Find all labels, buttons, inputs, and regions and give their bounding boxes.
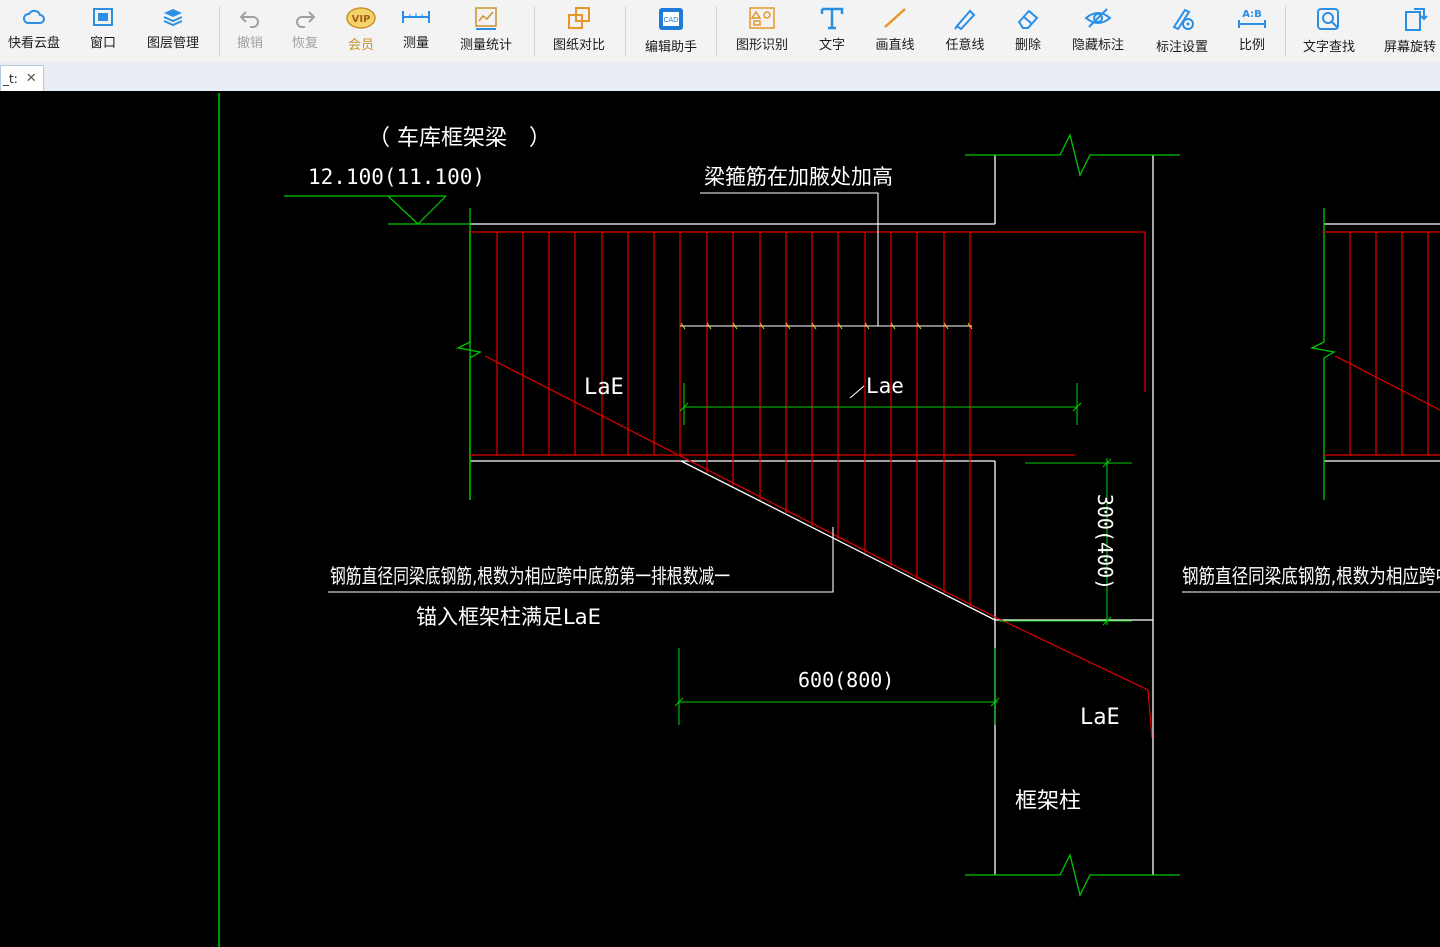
eraser-icon	[1017, 9, 1039, 29]
measure-icon	[402, 11, 430, 23]
layers-icon	[163, 9, 183, 27]
rotate-screen-label: 屏幕旋转	[1384, 40, 1437, 55]
redo-icon	[296, 11, 316, 28]
text-search-button[interactable]: 文字查找	[1296, 0, 1362, 62]
scale-button[interactable]: A:B 比例	[1234, 0, 1270, 62]
delete-label: 删除	[1014, 38, 1041, 53]
rebar-note-line1: 钢筋直径同梁底钢筋,根数为相应跨中底筋第一排根数减一	[330, 564, 730, 588]
elevation-label: 12.100(11.100)	[308, 165, 485, 189]
text-search-icon	[1317, 8, 1339, 30]
rebar-note-line2: 锚入框架柱满足LaE	[416, 605, 601, 629]
hide-annotation-label: 隐藏标注	[1071, 38, 1124, 53]
freehand-line-button[interactable]: 任意线	[938, 0, 992, 62]
toolbar-divider	[625, 6, 626, 56]
cloud-disk-label: 快看云盘	[7, 36, 60, 51]
vip-label: 会员	[347, 38, 374, 53]
close-icon[interactable]: ✕	[26, 71, 37, 86]
lae-middle-label: Lae	[866, 374, 904, 398]
drawing-compare-button[interactable]: 图纸对比	[546, 0, 612, 62]
toolbar-divider	[219, 6, 220, 56]
measure-stats-label: 测量统计	[459, 38, 512, 53]
undo-button[interactable]: 撤销	[230, 0, 270, 62]
dim-horizontal-label: 600(800)	[798, 668, 894, 692]
undo-icon	[239, 11, 259, 28]
shape-recognize-label: 图形识别	[735, 38, 788, 53]
window-label: 窗口	[89, 36, 116, 51]
text-icon	[820, 7, 844, 30]
lae-column-label: LaE	[1080, 705, 1120, 730]
svg-text:VIP: VIP	[352, 14, 371, 25]
cloud-icon	[22, 9, 45, 24]
svg-text:CAD: CAD	[663, 16, 678, 24]
text-tool-label: 文字	[818, 38, 845, 53]
draw-line-button[interactable]: 画直线	[868, 0, 922, 62]
scale-label: 比例	[1238, 38, 1265, 53]
hide-eye-icon	[1084, 8, 1112, 28]
window-icon	[93, 8, 113, 26]
toolbar-divider	[1285, 6, 1286, 56]
compare-icon	[568, 7, 590, 29]
edit-assistant-button[interactable]: CAD 编辑助手	[638, 0, 704, 62]
redo-button[interactable]: 恢复	[285, 0, 325, 62]
scale-icon: A:B	[1238, 9, 1266, 28]
measure-stats-icon	[475, 7, 497, 30]
hide-annotation-button[interactable]: 隐藏标注	[1066, 0, 1130, 62]
main-toolbar: 快看云盘 窗口 图层管理 撤销 恢复 VIP 会员 测量 测量统计 图纸对比 C…	[0, 0, 1440, 63]
edit-assistant-label: 编辑助手	[644, 40, 697, 55]
rotate-screen-button[interactable]: 屏幕旋转	[1382, 0, 1440, 62]
shape-recognize-icon	[749, 7, 775, 29]
canvas-background	[0, 91, 1440, 947]
line-icon	[884, 8, 906, 28]
text-tool-button[interactable]: 文字	[812, 0, 852, 62]
layer-manage-label: 图层管理	[146, 36, 199, 51]
layer-manage-button[interactable]: 图层管理	[140, 0, 206, 62]
drawing-compare-label: 图纸对比	[552, 38, 605, 53]
cloud-disk-button[interactable]: 快看云盘	[2, 0, 66, 62]
cad-edit-icon: CAD	[659, 8, 683, 30]
beam-title: （ 车库框架梁 ）	[368, 126, 551, 151]
document-tab-bar: _t: ✕	[0, 62, 1440, 92]
shape-recognize-button[interactable]: 图形识别	[728, 0, 796, 62]
document-tab[interactable]: _t: ✕	[0, 65, 44, 91]
text-search-label: 文字查找	[1302, 40, 1355, 55]
window-button[interactable]: 窗口	[80, 0, 126, 62]
vip-button[interactable]: VIP 会员	[340, 0, 382, 62]
measure-button[interactable]: 测量	[396, 0, 436, 62]
vip-icon: VIP	[346, 7, 376, 29]
rebar-note-right: 钢筋直径同梁底钢筋,根数为相应跨中	[1182, 564, 1440, 588]
frame-column-label: 框架柱	[1015, 789, 1081, 814]
measure-label: 测量	[402, 36, 429, 51]
annotation-settings-label: 标注设置	[1155, 40, 1208, 55]
rotate-screen-icon	[1405, 8, 1428, 31]
annotation-settings-icon	[1172, 8, 1194, 31]
toolbar-divider	[534, 6, 535, 56]
lae-left-label: LaE	[584, 375, 624, 400]
draw-line-label: 画直线	[875, 38, 915, 53]
cad-drawing-canvas[interactable]: （ 车库框架梁 ） 12.100(11.100) 梁箍筋在加腋处加高 LaE L…	[0, 91, 1440, 947]
toolbar-divider	[716, 6, 717, 56]
redo-label: 恢复	[291, 36, 318, 51]
document-tab-name: _t:	[3, 71, 18, 86]
svg-text:A:B: A:B	[1242, 9, 1262, 20]
freehand-icon	[954, 9, 976, 30]
undo-label: 撤销	[236, 36, 263, 51]
stirrup-note: 梁箍筋在加腋处加高	[704, 165, 893, 189]
measure-stats-button[interactable]: 测量统计	[452, 0, 520, 62]
delete-button[interactable]: 删除	[1008, 0, 1048, 62]
freehand-line-label: 任意线	[945, 38, 985, 53]
dim-vertical-label: 300(400)	[1093, 494, 1117, 590]
annotation-settings-button[interactable]: 标注设置	[1150, 0, 1214, 62]
